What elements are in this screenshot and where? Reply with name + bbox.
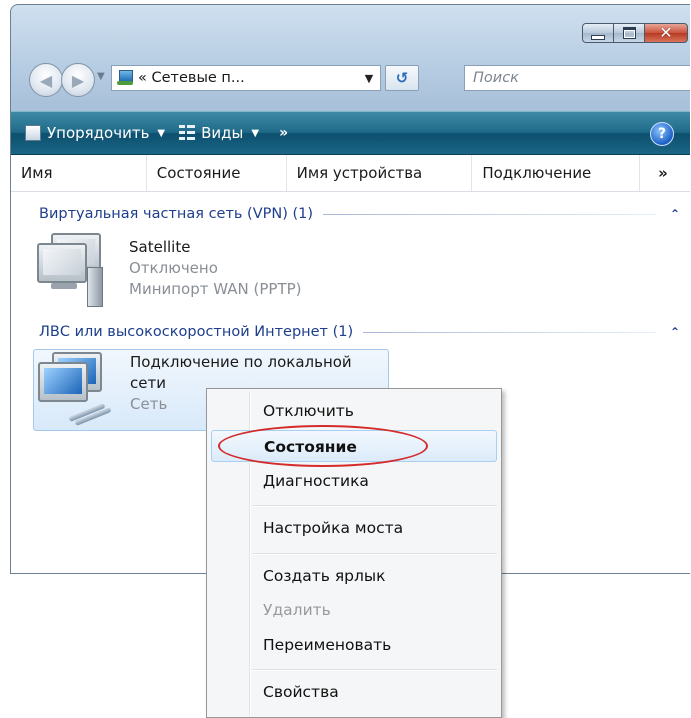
chevron-up-icon[interactable]: ⌃ [670, 325, 680, 339]
chevron-down-icon: ▼ [251, 127, 260, 139]
views-icon [179, 125, 196, 141]
connection-device: Минипорт WAN (PPTP) [129, 280, 302, 298]
menu-item-rename[interactable]: Переименовать [211, 629, 497, 661]
minimize-button[interactable] [582, 23, 614, 43]
forward-button[interactable]: ▶ [61, 63, 95, 97]
group-divider [323, 213, 656, 215]
organize-label: Упорядочить [47, 124, 150, 142]
vpn-connection-icon [33, 231, 111, 309]
group-divider [363, 331, 656, 333]
menu-item-diagnostics[interactable]: Диагностика [211, 465, 497, 497]
column-header-name[interactable]: Имя [11, 155, 147, 191]
connection-name-line1: Подключение по локальной [130, 353, 352, 371]
menu-item-create-shortcut[interactable]: Создать ярлык [211, 560, 497, 592]
navigation-bar: ◀ ▶ ▼ « Сетевые п... ▼ ↺ Поиск [19, 59, 690, 99]
column-header-connection[interactable]: Подключение [472, 155, 641, 191]
menu-item-properties[interactable]: Свойства [211, 676, 497, 708]
refresh-icon: ↺ [395, 69, 409, 87]
maximize-button[interactable] [613, 23, 645, 43]
search-input[interactable]: Поиск [464, 65, 690, 91]
views-label: Виды [201, 124, 244, 142]
group-title: Виртуальная частная сеть (VPN) (1) [39, 206, 314, 222]
more-commands-button[interactable]: » [279, 125, 288, 141]
arrow-left-icon: ◀ [39, 70, 53, 90]
chevron-up-icon[interactable]: ⌃ [670, 207, 680, 221]
chevron-down-icon: ▼ [97, 71, 105, 82]
search-placeholder: Поиск [473, 70, 519, 86]
menu-separator [253, 505, 497, 507]
menu-item-status[interactable]: Состояние [211, 430, 497, 462]
help-button[interactable]: ? [650, 122, 674, 146]
network-connections-icon [116, 69, 134, 87]
close-button[interactable]: ✕ [644, 23, 688, 43]
menu-item-bridge[interactable]: Настройка моста [211, 512, 497, 544]
menu-item-disconnect[interactable]: Отключить [211, 395, 497, 427]
column-header-device[interactable]: Имя устройства [287, 155, 473, 191]
caption-buttons: ✕ [582, 23, 688, 43]
group-title: ЛВС или высокоскоростной Интернет (1) [39, 324, 354, 340]
column-header-more[interactable]: » [640, 155, 690, 191]
maximize-icon [622, 27, 636, 39]
organize-button[interactable]: Упорядочить ▼ [25, 124, 165, 142]
group-header-vpn[interactable]: Виртуальная частная сеть (VPN) (1) ⌃ [39, 203, 680, 225]
minimize-icon [591, 34, 605, 40]
connection-status: Отключено [129, 259, 218, 277]
address-dropdown-icon[interactable]: ▼ [358, 72, 380, 85]
command-bar: Упорядочить ▼ Виды ▼ » ? [11, 111, 690, 155]
menu-item-delete: Удалить [263, 601, 331, 619]
views-button[interactable]: Виды ▼ [179, 124, 259, 142]
menu-separator [253, 553, 497, 555]
back-button[interactable]: ◀ [29, 63, 63, 97]
menu-separator [253, 669, 497, 671]
chevron-down-icon: ▼ [157, 127, 166, 139]
context-menu: Отключить Состояние Диагностика Настройк… [206, 388, 502, 718]
connection-item-satellite[interactable]: Satellite Отключено Минипорт WAN (PPTP) [33, 231, 302, 309]
column-headers: Имя Состояние Имя устройства Подключение… [11, 155, 690, 192]
group-header-lan[interactable]: ЛВС или высокоскоростной Интернет (1) ⌃ [39, 321, 680, 343]
address-text: « Сетевые п... [138, 70, 245, 86]
recent-pages-dropdown[interactable]: ▼ [97, 71, 105, 82]
connection-name: Satellite [129, 238, 191, 256]
close-icon: ✕ [659, 23, 673, 42]
arrow-right-icon: ▶ [71, 70, 85, 90]
address-bar[interactable]: « Сетевые п... ▼ [111, 65, 381, 91]
column-header-status[interactable]: Состояние [147, 155, 287, 191]
organize-icon [25, 125, 41, 141]
lan-connection-icon [34, 350, 112, 428]
refresh-button[interactable]: ↺ [385, 65, 419, 91]
